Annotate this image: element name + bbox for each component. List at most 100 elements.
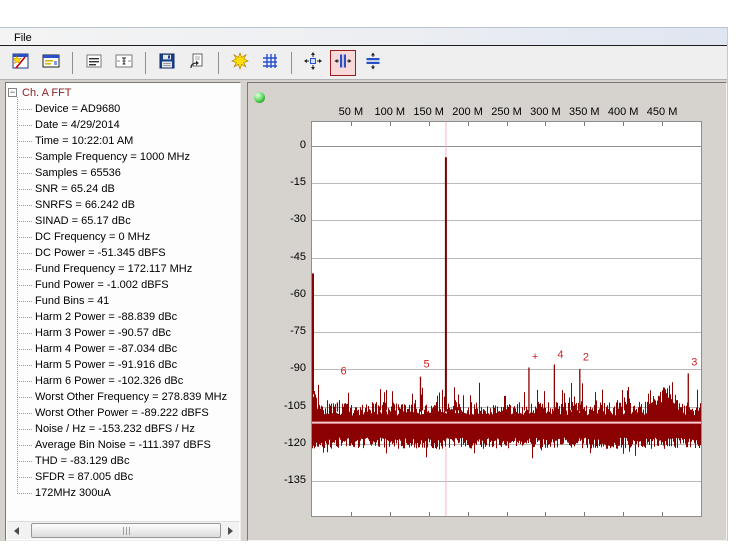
toolbar-separator xyxy=(218,52,219,74)
y-tick-label: 0 xyxy=(248,139,306,151)
harmonic-marker-label: 5 xyxy=(423,359,429,371)
tree-connector-stub xyxy=(17,237,32,238)
tree-connector-stub xyxy=(17,349,32,350)
tree-connector-stub xyxy=(17,173,32,174)
harmonic-marker-label: 4 xyxy=(557,349,563,361)
fit-x-button[interactable] xyxy=(330,50,356,76)
tree-item[interactable]: Harm 2 Power = -88.839 dBc xyxy=(35,309,177,325)
tree-connector-stub xyxy=(17,301,32,302)
tree-item[interactable]: Fund Frequency = 172.117 MHz xyxy=(35,261,192,277)
toolbar-separator xyxy=(291,52,292,74)
grid-icon xyxy=(260,51,280,74)
tree-connector-stub xyxy=(17,445,32,446)
tree-item[interactable]: SNRFS = 66.242 dB xyxy=(35,197,135,213)
tree-connector-stub xyxy=(17,157,32,158)
tree-item[interactable]: Noise / Hz = -153.232 dBFS / Hz xyxy=(35,421,195,437)
fit-x-icon xyxy=(333,51,353,74)
y-tick-label: -120 xyxy=(248,437,306,449)
x-tick-label: 50 M xyxy=(339,106,363,118)
tree-item[interactable]: Harm 4 Power = -87.034 dBc xyxy=(35,341,177,357)
scroll-right-icon xyxy=(228,527,237,535)
y-tick-label: -105 xyxy=(248,400,306,412)
fit-all-button[interactable] xyxy=(300,50,326,76)
harmonic-marker-label: 3 xyxy=(691,356,697,368)
menu-file[interactable]: File xyxy=(7,30,39,47)
scroll-left-button[interactable] xyxy=(7,522,24,539)
scrollbar-grip-icon xyxy=(123,527,130,535)
tree-item[interactable]: Harm 5 Power = -91.916 dBc xyxy=(35,357,177,373)
tree-horizontal-scrollbar[interactable] xyxy=(7,521,239,539)
tree-connector-stub xyxy=(17,381,32,382)
scrollbar-thumb[interactable] xyxy=(31,523,221,538)
x-tick-label: 450 M xyxy=(647,106,678,118)
tree-item[interactable]: Worst Other Frequency = 278.839 MHz xyxy=(35,389,227,405)
tree-item[interactable]: Harm 3 Power = -90.57 dBc xyxy=(35,325,171,341)
display-settings-button[interactable] xyxy=(38,50,64,76)
text-display-icon xyxy=(84,51,104,74)
x-tick-label: 300 M xyxy=(530,106,561,118)
y-tick-label: -90 xyxy=(248,362,306,374)
tree-item[interactable]: Time = 10:22:01 AM xyxy=(35,133,133,149)
tree-connector-stub xyxy=(17,205,32,206)
tree-item[interactable]: DC Frequency = 0 MHz xyxy=(35,229,150,245)
tree-item[interactable]: Worst Other Power = -89.222 dBFS xyxy=(35,405,209,421)
tree-item[interactable]: Device = AD9680 xyxy=(35,101,120,117)
x-tick-label: 350 M xyxy=(569,106,600,118)
tree-connector-stub xyxy=(17,413,32,414)
tree-item[interactable]: Samples = 65536 xyxy=(35,165,121,181)
tree-connector-stub xyxy=(17,253,32,254)
tree-item[interactable]: Date = 4/29/2014 xyxy=(35,117,120,133)
fft-plot-panel: 50 M100 M150 M200 M250 M300 M350 M400 M4… xyxy=(247,82,727,541)
tree-item[interactable]: DC Power = -51.345 dBFS xyxy=(35,245,166,261)
fft-plot[interactable]: 65+423 xyxy=(311,121,702,517)
tree-item[interactable]: Average Bin Noise = -111.397 dBFS xyxy=(35,437,211,453)
harmonic-marker-label: 6 xyxy=(340,365,346,377)
export-icon xyxy=(187,51,207,74)
status-led xyxy=(254,92,265,103)
menu-bar: File xyxy=(0,27,727,46)
tree-item[interactable]: Fund Power = -1.002 dBFS xyxy=(35,277,169,293)
x-tick-label: 400 M xyxy=(608,106,639,118)
scroll-right-button[interactable] xyxy=(222,522,239,539)
y-tick-label: -135 xyxy=(248,474,306,486)
display-settings-icon xyxy=(41,51,61,74)
results-tree-panel[interactable]: −Ch. A FFTDevice = AD9680Date = 4/29/201… xyxy=(5,82,241,541)
tree-item[interactable]: SNR = 65.24 dB xyxy=(35,181,115,197)
tree-connector-stub xyxy=(17,397,32,398)
scroll-left-icon xyxy=(10,527,19,535)
tree-item[interactable]: 172MHz 300uA xyxy=(35,485,111,501)
update-icon xyxy=(230,51,250,74)
fit-all-icon xyxy=(303,51,323,74)
tree-item[interactable]: Harm 6 Power = -102.326 dBc xyxy=(35,373,183,389)
text-display-button[interactable] xyxy=(81,50,107,76)
save-button[interactable] xyxy=(154,50,180,76)
grid-button[interactable] xyxy=(257,50,283,76)
y-tick-label: -30 xyxy=(248,213,306,225)
app-window: File −Ch. A FFTDevice = AD9680Date = 4/2… xyxy=(0,27,728,541)
tree-expander-icon[interactable]: − xyxy=(8,88,17,97)
tree-connector-stub xyxy=(17,365,32,366)
fit-y-icon xyxy=(363,51,383,74)
graph-display-button[interactable] xyxy=(111,50,137,76)
save-icon xyxy=(157,51,177,74)
tree-item[interactable]: Fund Bins = 41 xyxy=(35,293,109,309)
x-tick-label: 200 M xyxy=(452,106,483,118)
tree-item[interactable]: SFDR = 87.005 dBc xyxy=(35,469,133,485)
harmonic-marker-label: 2 xyxy=(583,351,589,363)
tree-connector-stub xyxy=(17,269,32,270)
export-button[interactable] xyxy=(184,50,210,76)
tree-connector-stub xyxy=(17,317,32,318)
tree-item[interactable]: THD = -83.129 dBc xyxy=(35,453,129,469)
tree-item[interactable]: SINAD = 65.17 dBc xyxy=(35,213,131,229)
tree-connector-stub xyxy=(17,493,32,494)
tree-item[interactable]: Sample Frequency = 1000 MHz xyxy=(35,149,190,165)
tree-connector-stub xyxy=(17,221,32,222)
new-canvas-button[interactable] xyxy=(8,50,34,76)
fit-y-button[interactable] xyxy=(360,50,386,76)
y-tick-label: -75 xyxy=(248,325,306,337)
y-tick-label: -15 xyxy=(248,176,306,188)
tree-connector-stub xyxy=(17,429,32,430)
update-button[interactable] xyxy=(227,50,253,76)
tree-connector-stub xyxy=(17,109,32,110)
tree-root-label: Ch. A FFT xyxy=(22,85,72,101)
